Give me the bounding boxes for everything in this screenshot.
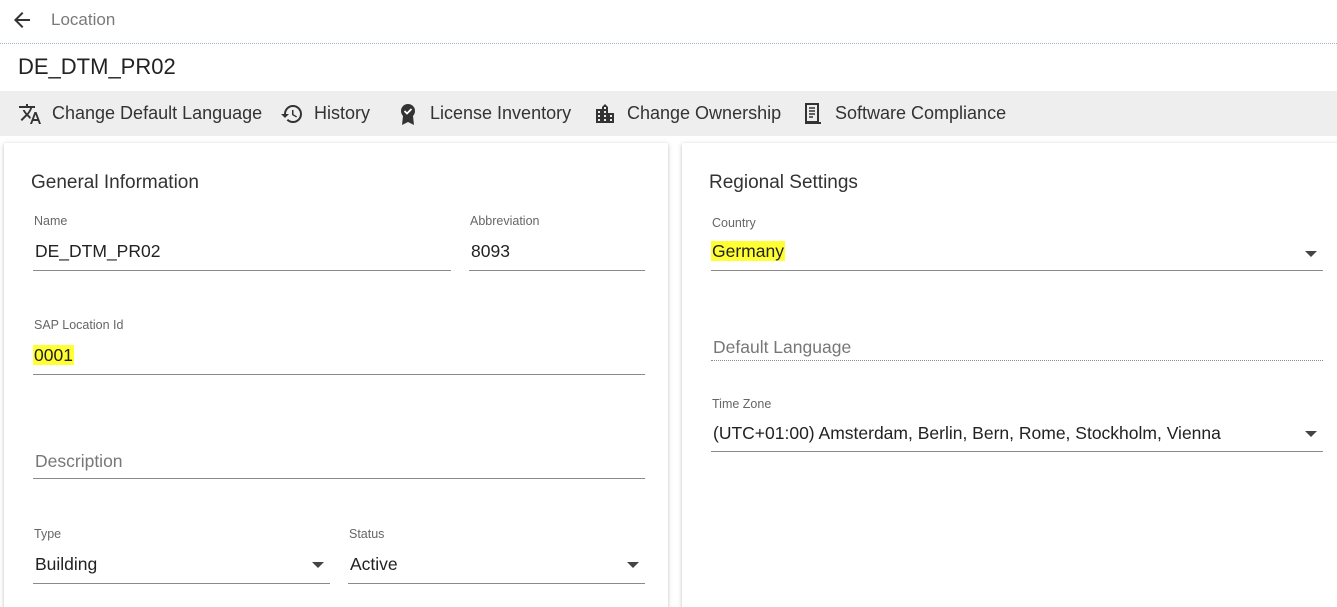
general-information-title: General Information [31,172,199,193]
building-icon [596,103,614,123]
back-button[interactable] [10,8,34,32]
software-compliance-label: Software Compliance [835,103,1007,123]
description-field[interactable]: Description [33,448,645,480]
time-zone-underline [711,451,1323,452]
abbreviation-underline [469,270,645,271]
type-label: Type [34,527,62,541]
sap-location-id-value: 0001 [33,345,74,365]
translate-icon [19,103,41,124]
abbreviation-field[interactable]: Abbreviation 8093 [469,214,645,272]
type-select[interactable]: Type Building [33,527,330,585]
history-button[interactable]: History [280,91,370,136]
record-title: DE_DTM_PR02 [18,54,176,79]
change-default-language-button[interactable]: Change Default Language [18,91,262,136]
license-inventory-label: License Inventory [430,103,572,123]
chevron-down-icon [1305,251,1317,257]
default-language-underline [711,360,1323,361]
sap-location-id-label: SAP Location Id [34,318,124,332]
name-label: Name [34,214,68,228]
arrow-left-icon [14,12,30,28]
default-language-placeholder: Default Language [713,337,852,357]
license-badge-icon [401,103,415,125]
abbreviation-label: Abbreviation [470,214,540,228]
top-bar: Location [0,0,1337,44]
country-select[interactable]: Country Germany [711,216,1323,272]
abbreviation-value: 8093 [471,241,510,261]
action-toolbar: Change Default Language History License … [0,91,1337,136]
change-ownership-button[interactable]: Change Ownership [593,91,781,136]
name-field[interactable]: Name DE_DTM_PR02 [33,214,451,272]
status-value: Active [350,554,398,574]
compliance-document-icon [805,102,821,124]
country-underline [711,270,1323,271]
history-icon [281,104,302,123]
chevron-down-icon [312,562,324,568]
license-inventory-button[interactable]: License Inventory [396,91,571,136]
time-zone-label: Time Zone [712,397,772,411]
change-default-language-label: Change Default Language [52,103,263,123]
general-information-panel: General Information Name DE_DTM_PR02 Abb… [4,143,668,607]
sap-location-id-field[interactable]: SAP Location Id 0001 [33,318,645,376]
time-zone-select[interactable]: Time Zone (UTC+01:00) Amsterdam, Berlin,… [711,397,1323,453]
country-value: Germany [711,241,785,261]
country-label: Country [712,216,756,230]
time-zone-value: (UTC+01:00) Amsterdam, Berlin, Bern, Rom… [713,423,1221,443]
chevron-down-icon [627,562,639,568]
name-value: DE_DTM_PR02 [35,241,161,261]
type-underline [33,583,330,584]
status-select[interactable]: Status Active [348,527,645,585]
default-language-field[interactable]: Default Language [711,334,1323,364]
sap-location-id-underline [33,374,645,375]
type-value: Building [35,554,98,574]
history-label: History [314,103,371,123]
description-placeholder: Description [35,451,123,471]
status-label: Status [349,527,385,541]
status-underline [348,583,645,584]
regional-settings-panel: Regional Settings Country Germany Defaul… [682,143,1337,607]
name-underline [33,270,451,271]
page-title: Location [51,10,116,29]
chevron-down-icon [1305,431,1317,437]
software-compliance-button[interactable]: Software Compliance [801,91,1006,136]
change-ownership-label: Change Ownership [627,103,782,123]
description-underline [33,478,645,479]
regional-settings-title: Regional Settings [709,172,858,193]
